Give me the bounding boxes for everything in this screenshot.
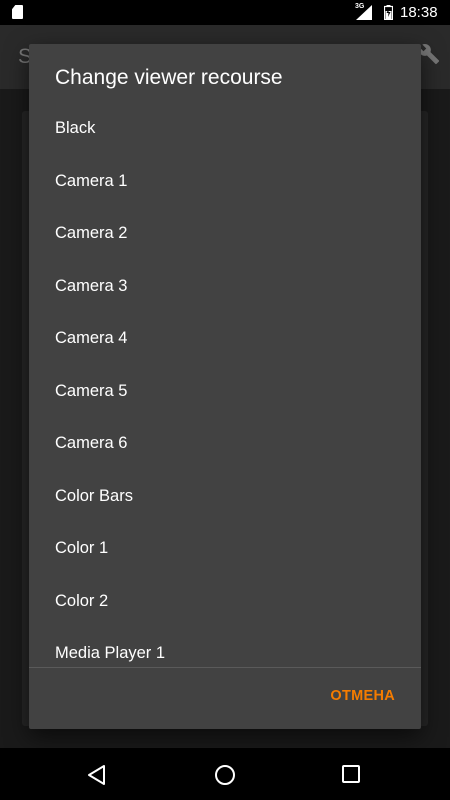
cancel-button[interactable]: ОТМЕНА	[330, 688, 395, 704]
signal-icon	[356, 5, 372, 20]
wrench-icon[interactable]	[418, 43, 440, 65]
list-item-camera-1[interactable]: Camera 1	[29, 155, 421, 208]
clock: 18:38	[400, 4, 438, 21]
sd-card-icon	[12, 5, 23, 19]
dialog-divider	[29, 667, 421, 668]
list-item-camera-2[interactable]: Camera 2	[29, 207, 421, 260]
list-item-camera-4[interactable]: Camera 4	[29, 312, 421, 365]
change-viewer-dialog: Change viewer recourse Black Camera 1 Ca…	[29, 44, 421, 729]
recents-icon[interactable]	[342, 765, 360, 783]
list-item-camera-5[interactable]: Camera 5	[29, 365, 421, 418]
list-item-camera-3[interactable]: Camera 3	[29, 260, 421, 313]
list-item-black[interactable]: Black	[29, 102, 421, 155]
list-item-color-2[interactable]: Color 2	[29, 575, 421, 628]
list-item-camera-6[interactable]: Camera 6	[29, 417, 421, 470]
status-bar: 3G 18:38	[0, 0, 450, 25]
list-item-media-player-1[interactable]: Media Player 1	[29, 627, 421, 668]
dialog-title: Change viewer recourse	[55, 66, 283, 89]
list-item-color-bars[interactable]: Color Bars	[29, 470, 421, 523]
home-icon[interactable]	[214, 764, 236, 786]
back-icon[interactable]	[86, 764, 108, 786]
viewer-source-list[interactable]: Black Camera 1 Camera 2 Camera 3 Camera …	[29, 102, 421, 668]
navigation-bar	[0, 748, 450, 800]
list-item-color-1[interactable]: Color 1	[29, 522, 421, 575]
battery-icon	[384, 5, 393, 20]
